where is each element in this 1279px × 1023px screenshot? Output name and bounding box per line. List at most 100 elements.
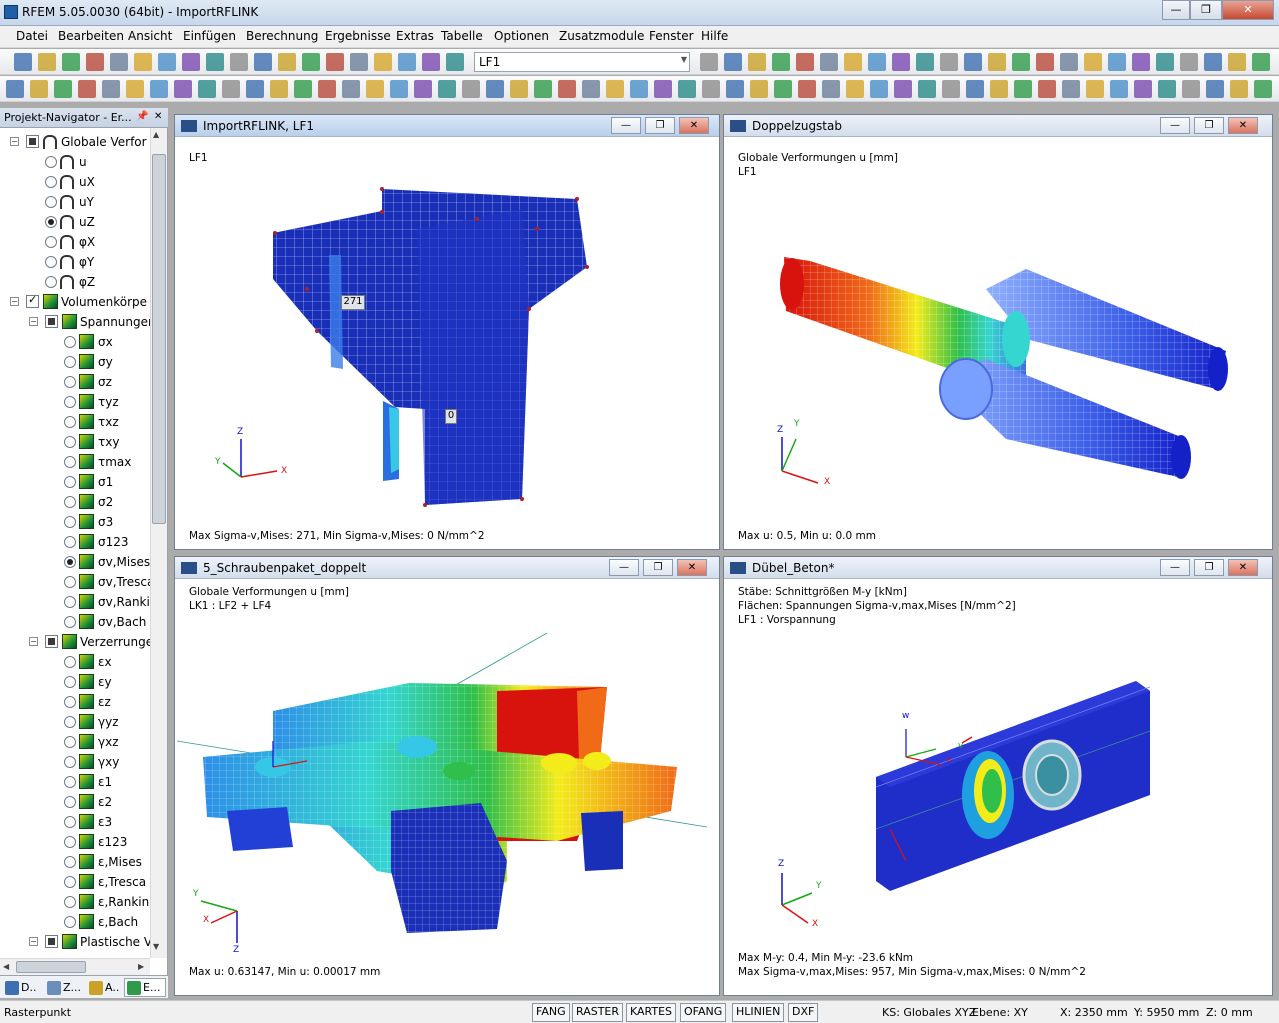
menu-optionen[interactable]: Optionen [494, 29, 549, 43]
toolbar-tool-icon[interactable] [964, 53, 982, 71]
tree-radio[interactable] [64, 436, 76, 448]
tree-radio[interactable] [64, 416, 76, 428]
fe-model-graphic[interactable] [726, 139, 1270, 547]
toolbar-tool-icon[interactable] [398, 53, 416, 71]
toolbar-tool-icon[interactable] [748, 53, 766, 71]
tree-radio[interactable] [64, 776, 76, 788]
tree-radio[interactable] [45, 256, 57, 268]
window-duebel-beton[interactable]: Dübel_Beton* — ❐ ✕ Stäbe: Schnittgrößen … [723, 556, 1273, 996]
tree-item[interactable]: γxz [0, 732, 150, 752]
toolbar-tool-icon[interactable] [110, 53, 128, 71]
toolbar-tool-icon[interactable] [1180, 53, 1198, 71]
tree-item[interactable]: − Plastische V [0, 932, 150, 952]
tree-radio[interactable] [64, 756, 76, 768]
toolbar-tool-icon[interactable] [1086, 80, 1104, 98]
toolbar-tool-icon[interactable] [916, 53, 934, 71]
scroll-down-icon[interactable]: ▼ [153, 942, 159, 951]
toolbar-tool-icon[interactable] [366, 80, 384, 98]
toolbar-tool-icon[interactable] [1108, 53, 1126, 71]
toolbar-tool-icon[interactable] [14, 53, 32, 71]
toolbar-tool-icon[interactable] [1156, 53, 1174, 71]
tree-radio[interactable] [64, 456, 76, 468]
tree-expander-icon[interactable]: − [29, 937, 38, 946]
toolbar-tool-icon[interactable] [278, 53, 296, 71]
tree-item[interactable]: uZ [0, 212, 150, 232]
tree-item[interactable]: − Globale Verfor [0, 132, 150, 152]
toolbar-tool-icon[interactable] [1084, 53, 1102, 71]
tree-radio[interactable] [64, 376, 76, 388]
tree-radio[interactable] [64, 836, 76, 848]
toolbar-tool-icon[interactable] [1132, 53, 1150, 71]
tree-radio[interactable] [64, 536, 76, 548]
window-restore-button[interactable]: ❐ [645, 117, 675, 134]
toolbar-tool-icon[interactable] [158, 53, 176, 71]
toolbar-tool-icon[interactable] [868, 53, 886, 71]
toolbar-tool-icon[interactable] [38, 53, 56, 71]
tree-radio[interactable] [64, 336, 76, 348]
tree-radio[interactable] [64, 896, 76, 908]
toolbar-tool-icon[interactable] [134, 53, 152, 71]
toolbar-tool-icon[interactable] [446, 53, 464, 71]
toolbar-tool-icon[interactable] [486, 80, 504, 98]
tree-item[interactable]: φX [0, 232, 150, 252]
toolbar-tool-icon[interactable] [1204, 53, 1222, 71]
tree-radio[interactable] [64, 696, 76, 708]
tree-item[interactable]: uY [0, 192, 150, 212]
tree-item[interactable]: − Volumenkörpe [0, 292, 150, 312]
toolbar-tool-icon[interactable] [750, 80, 768, 98]
toolbar-tool-icon[interactable] [820, 53, 838, 71]
toolbar-tool-icon[interactable] [1182, 80, 1200, 98]
tree-item[interactable]: σv,Bach [0, 612, 150, 632]
window-title-bar[interactable]: 5_Schraubenpaket_doppelt — ❐ ✕ [175, 557, 719, 579]
tree-item[interactable]: σy [0, 352, 150, 372]
tree-item[interactable]: εz [0, 692, 150, 712]
window-restore-button[interactable]: ❐ [1194, 559, 1224, 576]
toolbar-tool-icon[interactable] [414, 80, 432, 98]
tree-expander-icon[interactable]: − [10, 137, 19, 146]
tree-radio[interactable] [64, 656, 76, 668]
toolbar-tool-icon[interactable] [222, 80, 240, 98]
minimize-button[interactable]: — [1162, 0, 1190, 20]
tree-item[interactable]: γyz [0, 712, 150, 732]
toolbar-tool-icon[interactable] [700, 53, 718, 71]
tree-item[interactable]: uX [0, 172, 150, 192]
tree-radio[interactable] [45, 216, 57, 228]
window-schraubenpaket[interactable]: 5_Schraubenpaket_doppelt — ❐ ✕ Globale V… [174, 556, 720, 996]
model-view[interactable]: Globale Verformungen u [mm] LF1 X Z Y Ma… [726, 139, 1270, 547]
tree-item[interactable]: σ3 [0, 512, 150, 532]
window-title-bar[interactable]: Dübel_Beton* — ❐ ✕ [724, 557, 1272, 579]
model-view[interactable]: Stäbe: Schnittgrößen M-y [kNm] Flächen: … [726, 581, 1270, 993]
toolbar-tool-icon[interactable] [846, 80, 864, 98]
tree-item[interactable]: − Verzerrunge [0, 632, 150, 652]
toolbar-tool-icon[interactable] [126, 80, 144, 98]
toolbar-tool-icon[interactable] [390, 80, 408, 98]
toolbar-tool-icon[interactable] [198, 80, 216, 98]
toolbar-tool-icon[interactable] [1158, 80, 1176, 98]
window-title-bar[interactable]: Doppelzugstab — ❐ ✕ [724, 115, 1272, 137]
toolbar-tool-icon[interactable] [270, 80, 288, 98]
toolbar-tool-icon[interactable] [1036, 53, 1054, 71]
tree-item[interactable]: σx [0, 332, 150, 352]
tree-expander-icon[interactable]: − [29, 317, 38, 326]
model-view[interactable]: LF1 271 0 X Z Y Max Sigma-v,Mises: 271, … [177, 139, 717, 547]
toolbar-tool-icon[interactable] [796, 53, 814, 71]
tab-zeigen[interactable]: Z... [44, 978, 84, 997]
toolbar-tool-icon[interactable] [1014, 80, 1032, 98]
scroll-left-icon[interactable]: ◀ [3, 962, 9, 971]
toolbar-tool-icon[interactable] [1254, 80, 1272, 98]
tree-expander-icon[interactable]: − [29, 637, 38, 646]
toolbar-tool-icon[interactable] [1110, 80, 1128, 98]
fe-model-graphic[interactable] [177, 581, 717, 993]
toolbar-tool-icon[interactable] [940, 53, 958, 71]
tree-checkbox[interactable] [45, 315, 58, 328]
tree-checkbox[interactable] [45, 635, 58, 648]
tree-item[interactable]: τmax [0, 452, 150, 472]
window-restore-button[interactable]: ❐ [1194, 117, 1224, 134]
tree-item[interactable]: ε,Bach [0, 912, 150, 932]
tree-radio[interactable] [45, 156, 57, 168]
toolbar-tool-icon[interactable] [1060, 53, 1078, 71]
toolbar-tool-icon[interactable] [174, 80, 192, 98]
toolbar-tool-icon[interactable] [326, 53, 344, 71]
toolbar-tool-icon[interactable] [150, 80, 168, 98]
tree-radio[interactable] [64, 916, 76, 928]
